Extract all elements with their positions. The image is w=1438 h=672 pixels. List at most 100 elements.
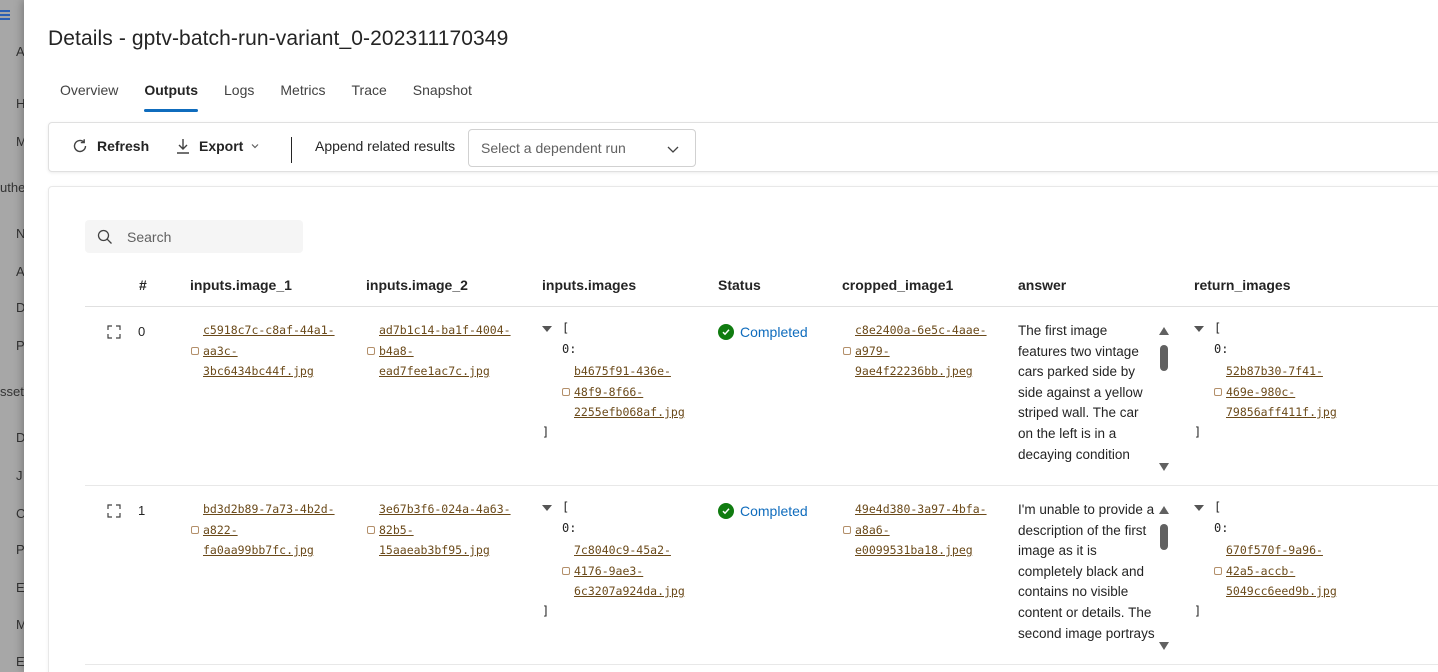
row-divider (85, 664, 1438, 665)
scroll-up-icon[interactable] (1159, 506, 1169, 514)
bg-nav-item: N (16, 226, 24, 241)
tab-bar: Overview Outputs Logs Metrics Trace Snap… (60, 82, 498, 112)
bg-nav-item: uthe (0, 180, 24, 195)
return-images-array-close: ] (1194, 604, 1202, 618)
bg-nav-item: A (16, 264, 24, 279)
header-divider (85, 306, 1438, 307)
images-array: [ 0: (542, 318, 576, 359)
search-icon (97, 229, 112, 244)
images-item-link[interactable]: 7c8040c9-45a2- 4176-9ae3- 6c3207a924da.j… (562, 540, 724, 602)
collapse-triangle-icon[interactable] (542, 325, 552, 332)
answer-text: The first image features two vintage car… (1018, 323, 1143, 469)
dependent-run-dropdown[interactable]: Select a dependent run (468, 129, 696, 167)
row-divider (85, 485, 1438, 486)
toolbar: Refresh Export Append related results Se… (48, 122, 1438, 172)
bg-nav-item: P (16, 338, 24, 353)
scroll-thumb[interactable] (1160, 524, 1168, 550)
images-array: [ 0: (542, 497, 576, 538)
scroll-thumb[interactable] (1160, 345, 1168, 371)
bg-nav-item: J (16, 468, 23, 483)
bg-nav-item: A (16, 44, 24, 59)
images-item-link[interactable]: b4675f91-436e- 48f9-8f66- 2255efb068af.j… (562, 361, 724, 423)
answer-scrollbar[interactable] (1158, 325, 1170, 473)
status-text: Completed (740, 324, 808, 340)
tab-outputs[interactable]: Outputs (144, 82, 198, 112)
image-icon (843, 347, 851, 355)
images-array-close: ] (542, 604, 550, 618)
return-image-link[interactable]: 52b87b30-7f41- 469e-980c- 79856aff411f.j… (1214, 361, 1376, 423)
search-box[interactable] (85, 220, 303, 253)
scroll-down-icon[interactable] (1159, 642, 1169, 650)
refresh-label: Refresh (97, 138, 150, 154)
column-header-image-2[interactable]: inputs.image_2 (366, 277, 468, 293)
download-icon (177, 139, 189, 154)
collapse-triangle-icon[interactable] (1194, 504, 1204, 511)
collapse-triangle-icon[interactable] (542, 504, 552, 511)
bg-nav-item: E (16, 654, 24, 669)
column-header-images[interactable]: inputs.images (542, 277, 636, 293)
row-index: 0 (138, 324, 146, 339)
tab-metrics[interactable]: Metrics (280, 82, 325, 104)
status-text: Completed (740, 503, 808, 519)
bg-nav-item: C (16, 506, 24, 521)
column-header-return-images[interactable]: return_images (1194, 277, 1290, 293)
cropped-image-link[interactable]: c8e2400a-6e5c-4aae- a979- 9ae4f22236bb.j… (843, 320, 1005, 382)
bg-nav-item: D (16, 430, 24, 445)
tab-snapshot[interactable]: Snapshot (413, 82, 472, 104)
scroll-up-icon[interactable] (1159, 327, 1169, 335)
column-header-answer[interactable]: answer (1018, 277, 1066, 293)
image-1-link[interactable]: bd3d2b89-7a73-4b2d- a822- fa0aa99bb7fc.j… (191, 499, 353, 561)
cropped-image-link[interactable]: 49e4d380-3a97-4bfa- a8a6- e0099531ba18.j… (843, 499, 1005, 561)
return-image-link[interactable]: 670f570f-9a96- 42a5-accb- 5049cc6eed9b.j… (1214, 540, 1376, 602)
bg-nav-item: H (16, 96, 24, 111)
row-index: 1 (138, 503, 146, 518)
image-icon (562, 388, 570, 396)
image-2-link[interactable]: 3e67b3f6-024a-4a63- 82b5- 15aaeab3bf95.j… (367, 499, 529, 561)
status-badge: Completed (718, 324, 808, 340)
image-icon (367, 347, 375, 355)
column-header-image-1[interactable]: inputs.image_1 (190, 277, 292, 293)
hamburger-icon (0, 10, 10, 22)
image-icon (1214, 388, 1222, 396)
image-icon (843, 526, 851, 534)
page-title: Details - gptv-batch-run-variant_0-20231… (48, 27, 509, 50)
image-1-link[interactable]: c5918c7c-c8af-44a1- aa3c- 3bc6434bc44f.j… (191, 320, 353, 382)
expand-row-icon[interactable] (107, 325, 121, 339)
image-icon (562, 567, 570, 575)
column-header-cropped-image1[interactable]: cropped_image1 (842, 277, 953, 293)
refresh-button[interactable]: Refresh (71, 137, 149, 155)
expand-row-icon[interactable] (107, 504, 121, 518)
image-2-link[interactable]: ad7b1c14-ba1f-4004- b4a8- ead7fee1ac7c.j… (367, 320, 529, 382)
status-badge: Completed (718, 503, 808, 519)
column-header-index[interactable]: # (139, 277, 147, 293)
scroll-down-icon[interactable] (1159, 463, 1169, 471)
tab-trace[interactable]: Trace (352, 82, 387, 104)
refresh-icon (73, 139, 87, 153)
return-images-array: [ 0: (1194, 318, 1228, 359)
images-array-close: ] (542, 425, 550, 439)
image-icon (1214, 567, 1222, 575)
bg-nav-item: sset (0, 384, 24, 399)
answer-scrollbar[interactable] (1158, 504, 1170, 652)
answer-text: I'm unable to provide a description of t… (1018, 502, 1155, 648)
checkmark-icon (718, 324, 734, 340)
bg-nav-item: M (16, 134, 24, 149)
bg-nav-item: D (16, 300, 24, 315)
append-related-results-label: Append related results (315, 138, 456, 154)
details-panel: Details - gptv-batch-run-variant_0-20231… (24, 0, 1438, 672)
chevron-down-icon (667, 146, 679, 153)
export-button[interactable]: Export (175, 137, 261, 155)
export-label: Export (199, 138, 244, 154)
bg-nav-item: P (16, 542, 24, 557)
background-app-nav: A H M uthe N A D P sset D J C P E M E (0, 0, 24, 672)
toolbar-divider (291, 137, 292, 163)
checkmark-icon (718, 503, 734, 519)
tab-overview[interactable]: Overview (60, 82, 118, 104)
search-input[interactable] (127, 228, 287, 245)
bg-nav-item: M (16, 617, 24, 632)
return-images-array-close: ] (1194, 425, 1202, 439)
bg-nav-item: E (16, 580, 24, 595)
column-header-status[interactable]: Status (718, 277, 761, 293)
collapse-triangle-icon[interactable] (1194, 325, 1204, 332)
tab-logs[interactable]: Logs (224, 82, 254, 104)
